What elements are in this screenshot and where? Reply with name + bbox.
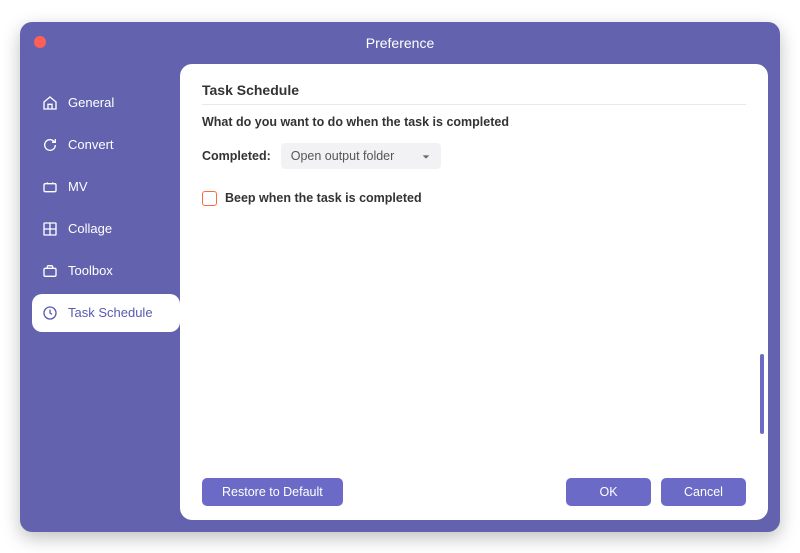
sidebar-item-label: General — [68, 95, 114, 110]
footer: Restore to Default OK Cancel — [202, 478, 746, 506]
sidebar-item-convert[interactable]: Convert — [20, 126, 180, 164]
panel-subtitle: What do you want to do when the task is … — [202, 115, 746, 129]
sidebar-item-label: Task Schedule — [68, 305, 153, 320]
beep-row: Beep when the task is completed — [202, 191, 746, 206]
sidebar-item-label: Convert — [68, 137, 114, 152]
toolbox-icon — [42, 263, 58, 279]
cancel-button[interactable]: Cancel — [661, 478, 746, 506]
panel-title: Task Schedule — [202, 82, 746, 105]
refresh-icon — [42, 137, 58, 153]
chevron-down-icon — [421, 151, 431, 161]
completed-row: Completed: Open output folder — [202, 143, 746, 169]
sidebar-item-label: Collage — [68, 221, 112, 236]
sidebar-item-label: Toolbox — [68, 263, 113, 278]
home-icon — [42, 95, 58, 111]
sidebar-item-toolbox[interactable]: Toolbox — [20, 252, 180, 290]
beep-label: Beep when the task is completed — [225, 191, 422, 205]
content-panel: Task Schedule What do you want to do whe… — [180, 64, 768, 520]
sidebar: General Convert MV Collage — [20, 64, 180, 520]
clock-icon — [42, 305, 58, 321]
preference-window: Preference General Convert MV — [20, 22, 780, 532]
beep-checkbox[interactable] — [202, 191, 217, 206]
close-icon[interactable] — [34, 36, 46, 48]
sidebar-item-general[interactable]: General — [20, 84, 180, 122]
ok-button[interactable]: OK — [566, 478, 651, 506]
sidebar-item-collage[interactable]: Collage — [20, 210, 180, 248]
restore-button[interactable]: Restore to Default — [202, 478, 343, 506]
collage-icon — [42, 221, 58, 237]
window-body: General Convert MV Collage — [20, 64, 780, 532]
completed-value: Open output folder — [291, 149, 395, 163]
completed-label: Completed: — [202, 149, 271, 163]
sidebar-item-label: MV — [68, 179, 88, 194]
sidebar-item-task-schedule[interactable]: Task Schedule — [32, 294, 180, 332]
window-title: Preference — [366, 35, 434, 51]
completed-select[interactable]: Open output folder — [281, 143, 441, 169]
scrollbar[interactable] — [760, 354, 764, 434]
titlebar: Preference — [20, 22, 780, 64]
sidebar-item-mv[interactable]: MV — [20, 168, 180, 206]
mv-icon — [42, 179, 58, 195]
